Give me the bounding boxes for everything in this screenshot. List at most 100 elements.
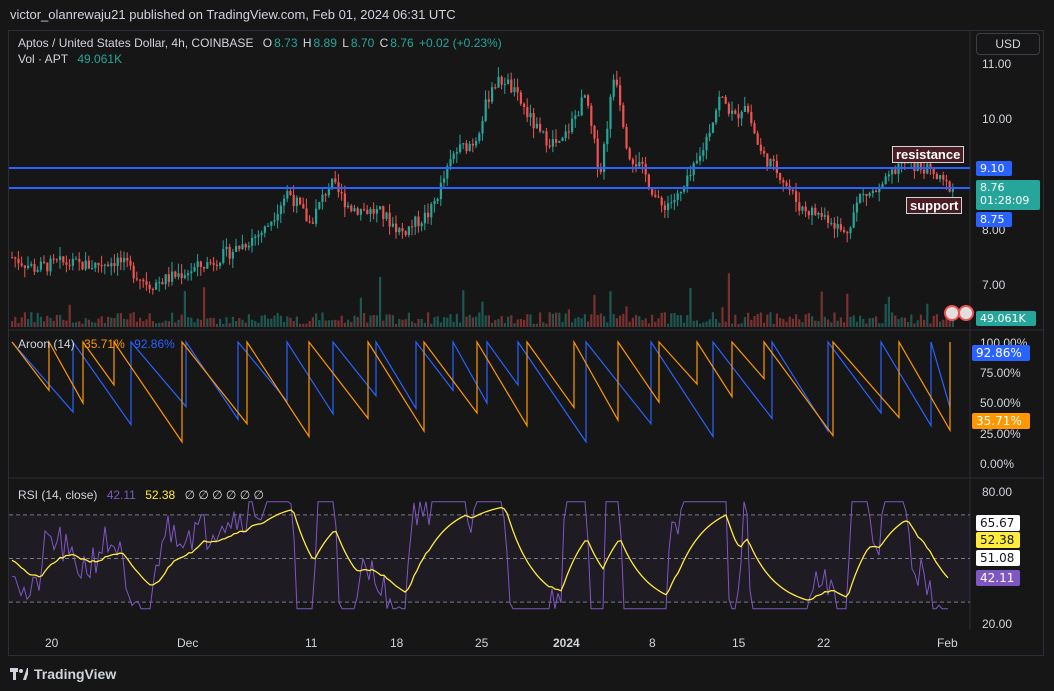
volume-bar (740, 323, 743, 327)
candle-body (27, 265, 30, 268)
candle-body (212, 262, 215, 265)
candle-body (91, 268, 94, 270)
candle-body (187, 273, 190, 276)
volume-bar (331, 320, 334, 327)
volume-bar (791, 318, 794, 327)
volume-bar (347, 319, 350, 327)
low-label: L (342, 36, 349, 50)
time-tick: Dec (177, 636, 199, 650)
candle-body (206, 262, 209, 269)
candle-body (587, 95, 590, 106)
candle-body (673, 199, 676, 203)
candle-body (417, 216, 420, 227)
volume-bar (916, 320, 919, 327)
volume-bar (180, 314, 183, 327)
volume-bar (164, 320, 167, 327)
volume-bar (379, 277, 382, 327)
candle-body (427, 212, 430, 218)
time-tick: 20 (45, 636, 59, 650)
volume-bar (404, 319, 407, 327)
volume-bar (20, 317, 23, 327)
candle-body (663, 205, 666, 211)
volume-bar (97, 318, 100, 327)
candle-body (398, 228, 401, 233)
volume-bar (55, 314, 58, 327)
candle-body (183, 275, 186, 279)
volume-bar (615, 318, 618, 327)
resistance-annotation[interactable]: resistance (892, 146, 965, 163)
candle-body (59, 256, 62, 261)
volume-label[interactable]: Vol · APT (18, 52, 68, 66)
candle-body (391, 223, 394, 227)
aroon-label[interactable]: Aroon (14) (18, 337, 75, 351)
candle-body (436, 199, 439, 201)
tradingview-logo[interactable]: TradingView (10, 666, 116, 682)
volume-bar (622, 313, 625, 327)
aroon-down-value: 92.86% (134, 337, 175, 351)
candle-body (689, 174, 692, 176)
volume-bar (446, 317, 449, 327)
us-flag-icon[interactable] (958, 305, 974, 321)
volume-bar (756, 313, 759, 327)
candle-body (507, 79, 510, 85)
candle-body (132, 265, 135, 279)
candle-body (46, 262, 49, 272)
candle-body (667, 203, 670, 211)
time-tick: 25 (475, 636, 489, 650)
volume-bar (510, 315, 513, 327)
support-annotation[interactable]: support (906, 197, 963, 214)
volume-bar (215, 323, 218, 327)
candle-body (619, 85, 622, 106)
volume-bar (203, 287, 206, 327)
volume-bar (788, 316, 791, 327)
volume-bar (49, 318, 52, 327)
volume-bar (315, 313, 318, 327)
volume-bar (81, 323, 84, 327)
volume-bar (420, 319, 423, 327)
volume-bar (667, 323, 670, 327)
volume-bar (737, 323, 740, 327)
volume-bar (743, 317, 746, 327)
volume-bar (900, 317, 903, 327)
volume-bar (494, 320, 497, 327)
volume-bar (244, 322, 247, 327)
time-tick: 15 (732, 636, 746, 650)
candle-body (36, 269, 39, 272)
candle-body (676, 193, 679, 200)
volume-bar (260, 315, 263, 327)
volume-bar (87, 319, 90, 327)
volume-bar (257, 322, 260, 327)
volume-bar (766, 314, 769, 327)
candle-body (548, 145, 551, 147)
volume-bar (139, 317, 142, 327)
volume-bar (695, 320, 698, 327)
candle-body (545, 131, 548, 146)
candle-body (644, 163, 647, 175)
candle-body (375, 209, 378, 214)
candle-body (891, 169, 894, 175)
candle-body (577, 115, 580, 117)
volume-bar (535, 323, 538, 327)
volume-bar (932, 315, 935, 327)
currency-button[interactable]: USD (976, 33, 1040, 55)
volume-bar (619, 315, 622, 327)
rsi-label[interactable]: RSI (14, close) (18, 488, 97, 502)
volume-bar (116, 313, 119, 327)
aroon-tick: 75.00% (980, 366, 1021, 380)
candle-body (798, 202, 801, 211)
volume-bar (871, 317, 874, 327)
candle-body (791, 190, 794, 192)
candle-body (388, 212, 391, 227)
volume-bar (769, 312, 772, 327)
candle-body (103, 264, 106, 266)
volume-bar (107, 316, 110, 327)
last-price: 8.76 (980, 181, 1005, 194)
candle-body (558, 140, 561, 143)
candle-body (769, 159, 772, 167)
candle-body (84, 260, 87, 270)
aroon-down-line (11, 339, 951, 444)
time-tick: 2024 (553, 636, 580, 650)
volume-bar (753, 315, 756, 327)
candle-body (494, 87, 497, 89)
symbol-title[interactable]: Aptos / United States Dollar, 4h, COINBA… (18, 36, 253, 50)
